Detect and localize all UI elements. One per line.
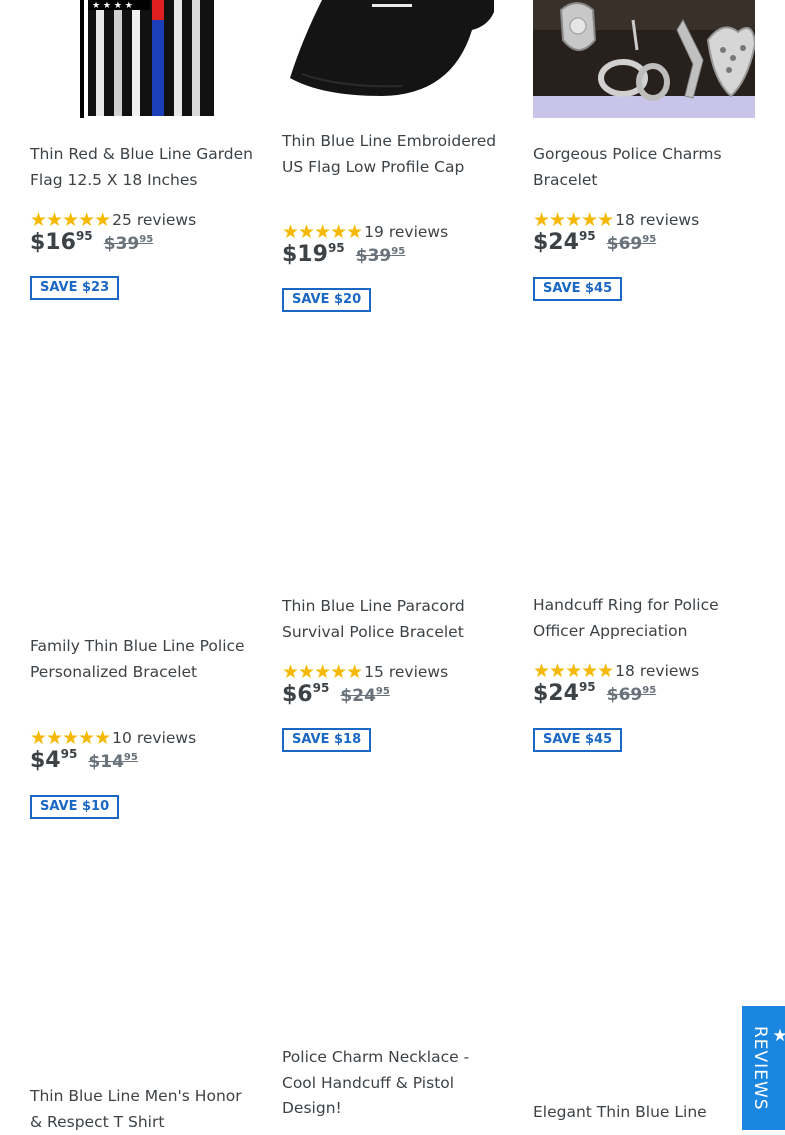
product-title[interactable]: Thin Blue Line Embroidered US Flag Low P… bbox=[282, 129, 508, 180]
review-count: 15 reviews bbox=[364, 663, 449, 681]
compare-price: $6995 bbox=[606, 234, 657, 254]
compare-price: $3995 bbox=[355, 246, 406, 266]
price-row: $695 $2495 bbox=[282, 681, 390, 711]
review-count: 25 reviews bbox=[112, 211, 197, 229]
save-badge: SAVE $20 bbox=[282, 288, 372, 312]
product-title[interactable]: Elegant Thin Blue Line bbox=[533, 1100, 759, 1126]
product-title[interactable]: Gorgeous Police Charms Bracelet bbox=[533, 142, 759, 193]
sale-price: $2495 bbox=[533, 229, 596, 255]
product-title[interactable]: Thin Red & Blue Line Garden Flag 12.5 X … bbox=[30, 142, 256, 193]
product-image-flag[interactable]: ★ ★ ★ ★ bbox=[78, 0, 214, 118]
product-image-charms-bracelet[interactable] bbox=[533, 0, 755, 118]
price-row: $2495 $6995 bbox=[533, 680, 656, 710]
reviews-tab-button[interactable]: ★ REVIEWS bbox=[742, 1006, 785, 1130]
save-badge: SAVE $45 bbox=[533, 277, 623, 301]
product-title[interactable]: Police Charm Necklace - Cool Handcuff & … bbox=[282, 1045, 508, 1122]
svg-text:★ ★ ★ ★: ★ ★ ★ ★ bbox=[92, 1, 133, 11]
price-row: $2495 $6995 bbox=[533, 229, 656, 259]
review-count: 10 reviews bbox=[112, 729, 197, 747]
review-count: 18 reviews bbox=[615, 211, 700, 229]
review-count: 18 reviews bbox=[615, 662, 700, 680]
product-rating: ★★★★★ 25 reviews bbox=[30, 209, 196, 231]
review-count: 19 reviews bbox=[364, 223, 449, 241]
sale-price: $1695 bbox=[30, 229, 93, 255]
product-rating: ★★★★★ 10 reviews bbox=[30, 727, 196, 749]
sale-price: $1995 bbox=[282, 241, 345, 267]
product-title[interactable]: Thin Blue Line Men's Honor & Respect T S… bbox=[30, 1084, 256, 1135]
compare-price: $2495 bbox=[340, 686, 390, 706]
compare-price: $1495 bbox=[88, 752, 138, 772]
product-rating: ★★★★★ 18 reviews bbox=[533, 660, 699, 682]
price-row: $495 $1495 bbox=[30, 747, 138, 777]
rating-stars-icon: ★★★★★ bbox=[282, 221, 363, 243]
save-badge: SAVE $45 bbox=[533, 728, 623, 752]
reviews-tab-label: ★ REVIEWS bbox=[750, 1026, 785, 1111]
sale-price: $695 bbox=[282, 681, 330, 707]
product-title[interactable]: Family Thin Blue Line Police Personalize… bbox=[30, 634, 256, 685]
price-row: $1995 $3995 bbox=[282, 241, 405, 271]
save-badge: SAVE $10 bbox=[30, 795, 120, 819]
compare-price: $6995 bbox=[606, 685, 657, 705]
product-rating: ★★★★★ 18 reviews bbox=[533, 209, 699, 231]
product-rating: ★★★★★ 19 reviews bbox=[282, 221, 448, 243]
rating-stars-icon: ★★★★★ bbox=[533, 660, 614, 682]
sale-price: $2495 bbox=[533, 680, 596, 706]
save-badge: SAVE $23 bbox=[30, 276, 120, 300]
rating-stars-icon: ★★★★★ bbox=[30, 209, 111, 231]
product-title[interactable]: Handcuff Ring for Police Officer Appreci… bbox=[533, 593, 759, 644]
save-badge: SAVE $18 bbox=[282, 728, 372, 752]
compare-price: $3995 bbox=[103, 234, 154, 254]
rating-stars-icon: ★★★★★ bbox=[30, 727, 111, 749]
product-image-cap[interactable] bbox=[282, 0, 504, 100]
price-row: $1695 $3995 bbox=[30, 229, 153, 259]
sale-price: $495 bbox=[30, 747, 78, 773]
rating-stars-icon: ★★★★★ bbox=[533, 209, 614, 231]
product-rating: ★★★★★ 15 reviews bbox=[282, 661, 448, 683]
rating-stars-icon: ★★★★★ bbox=[282, 661, 363, 683]
product-title[interactable]: Thin Blue Line Paracord Survival Police … bbox=[282, 594, 508, 645]
